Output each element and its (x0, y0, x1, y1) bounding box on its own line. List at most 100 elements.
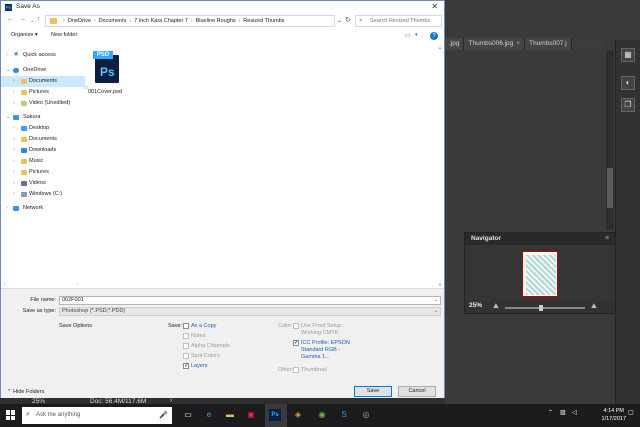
taskbar-search-box[interactable]: ⌕ Ask me anything 🎤 (22, 407, 172, 424)
nav-item-videos[interactable]: › Videos (1, 178, 85, 189)
scroll-up-icon[interactable]: ▲ (438, 45, 442, 50)
address-dropdown-icon[interactable]: ⌄ (337, 17, 342, 24)
document-tab[interactable]: Thumbs006.jpg × (464, 38, 526, 50)
expand-chevron-icon[interactable]: › (6, 203, 8, 214)
view-options-icon[interactable]: ▭ (405, 32, 411, 39)
use-proof-setup-checkbox[interactable] (293, 323, 299, 329)
expand-chevron-icon[interactable]: › (13, 134, 15, 145)
zoom-in-icon[interactable]: ⛰ (591, 303, 597, 311)
expand-chevron-icon[interactable]: › (13, 98, 15, 109)
breadcrumb-item[interactable]: Documents (99, 18, 127, 24)
nav-item-pictures[interactable]: › Pictures (1, 167, 85, 178)
document-tab[interactable]: Thumbs007.j (525, 38, 572, 50)
store-icon[interactable]: ▣ (245, 409, 257, 421)
expand-chevron-icon[interactable]: › (13, 123, 15, 134)
icc-profile-checkbox[interactable]: ✓ (293, 340, 299, 346)
close-button[interactable]: ✕ (431, 2, 438, 11)
breadcrumb-item[interactable]: OneDrive (68, 18, 91, 24)
skype-icon[interactable]: S (338, 409, 350, 421)
expand-chevron-icon[interactable]: › (13, 76, 15, 87)
breadcrumb-item[interactable]: Resized Thumbs (243, 18, 284, 24)
expand-chevron-icon[interactable]: › (13, 178, 15, 189)
network-tray-icon[interactable]: ▥ (560, 409, 566, 416)
nav-item-video-unedited[interactable]: › Video (Unedited) (1, 98, 85, 109)
expand-chevron-icon[interactable]: › (13, 167, 15, 178)
spot-colors-checkbox[interactable] (183, 353, 189, 359)
hide-folders-button[interactable]: ⌃ Hide Folders (7, 389, 44, 395)
thumbnail-checkbox[interactable] (293, 367, 299, 373)
scroll-thumb[interactable] (607, 168, 613, 208)
volume-icon[interactable]: ◁ (572, 409, 577, 416)
zoom-out-icon[interactable]: ⛰ (493, 303, 499, 311)
collapse-chevron-icon[interactable]: ⌄ (6, 65, 10, 76)
scroll-left-icon[interactable]: ‹ (4, 281, 6, 287)
zoom-slider[interactable] (505, 305, 585, 311)
psd-file-icon[interactable]: Ps PSD (93, 51, 119, 83)
swatches-icon[interactable]: ▦ (621, 48, 635, 62)
windows-start-icon[interactable] (6, 410, 16, 420)
scroll-right-icon[interactable]: › (77, 281, 79, 287)
forward-arrow-icon[interactable]: → (19, 16, 26, 23)
file-explorer-icon[interactable]: ▬ (224, 409, 236, 421)
expand-chevron-icon[interactable]: › (13, 87, 15, 98)
expand-chevron-icon[interactable]: › (13, 189, 15, 200)
recent-chevron-icon[interactable]: ⌄ (30, 18, 34, 24)
save-as-type-select[interactable]: Photoshop (*.PSD;*.PDD) ⌄ (59, 307, 441, 316)
layers-icon[interactable]: ❐ (621, 98, 635, 112)
nav-item-pictures[interactable]: › Pictures (1, 87, 85, 98)
refresh-icon[interactable]: ↻ (345, 16, 351, 24)
close-icon[interactable]: × (516, 40, 520, 47)
layers-checkbox[interactable]: ✓ (183, 363, 189, 369)
nav-item-documents[interactable]: › Documents (1, 134, 85, 145)
panel-menu-icon[interactable]: ≡ (605, 233, 609, 245)
breadcrumb-item[interactable]: Blueline Roughs (196, 18, 236, 24)
navigator-preview[interactable] (522, 251, 558, 297)
nav-item-desktop[interactable]: › Desktop (1, 123, 85, 134)
edge-browser-icon[interactable]: e (203, 409, 215, 421)
navigator-zoom-value[interactable]: 25% (469, 302, 482, 309)
taskbar-clock[interactable]: 4:14 PM 1/17/2017 (602, 407, 626, 423)
new-folder-button[interactable]: New folder (51, 32, 77, 38)
breadcrumb-item[interactable]: 7 Inch Kara Chapter 7 (134, 18, 188, 24)
task-view-icon[interactable]: ▭ (182, 409, 194, 421)
scroll-down-icon[interactable]: ▼ (438, 282, 442, 287)
nav-item-sakura[interactable]: ⌄ Sakura (1, 112, 85, 123)
up-arrow-icon[interactable]: ↑ (37, 16, 41, 23)
document-tab[interactable]: .jpg (445, 38, 465, 50)
microphone-icon[interactable]: 🎤 (159, 411, 168, 419)
nav-item-onedrive[interactable]: ⌄ OneDrive (1, 65, 85, 76)
chevron-down-icon[interactable]: ⌄ (434, 308, 438, 315)
search-box[interactable]: ⌕ (355, 15, 442, 27)
organize-button[interactable]: Organize ▾ (11, 32, 38, 38)
file-name-field[interactable]: 002F001 ⌄ (59, 296, 441, 305)
file-list-scrollbar[interactable]: ▲ ▼ (438, 45, 443, 287)
cancel-button[interactable]: Cancel (398, 386, 436, 397)
expand-chevron-icon[interactable]: › (13, 145, 15, 156)
help-icon[interactable]: ? (430, 32, 438, 40)
nav-item-quick-access[interactable]: › ★ Quick access (1, 50, 85, 61)
expand-chevron-icon[interactable]: › (13, 156, 15, 167)
collapse-chevron-icon[interactable]: ⌄ (6, 112, 10, 123)
adjustments-icon[interactable]: ◐ (621, 76, 635, 90)
status-arrow-icon[interactable]: › (170, 397, 172, 404)
chevron-down-icon[interactable]: ⌄ (434, 297, 438, 304)
view-dropdown-icon[interactable]: ▾ (415, 32, 418, 38)
tray-chevron-icon[interactable]: ⌃ (548, 409, 553, 416)
nav-item-music[interactable]: › Music (1, 156, 85, 167)
as-a-copy-checkbox[interactable] (183, 323, 189, 329)
app-icon[interactable]: ◎ (360, 409, 372, 421)
expand-chevron-icon[interactable]: › (6, 50, 8, 61)
nav-item-downloads[interactable]: › Downloads (1, 145, 85, 156)
action-center-icon[interactable]: ▢ (628, 409, 634, 416)
address-bar[interactable]: › OneDrive › Documents › 7 Inch Kara Cha… (45, 15, 335, 27)
nav-item-windows-c[interactable]: › Windows (C:) (1, 189, 85, 200)
nav-item-network[interactable]: › Network (1, 203, 85, 214)
file-name-label[interactable]: 001Cover.psd (88, 89, 128, 95)
alpha-channels-checkbox[interactable] (183, 343, 189, 349)
save-button[interactable]: Save (354, 386, 392, 397)
zoom-slider-knob[interactable] (539, 305, 543, 311)
media-app-icon[interactable]: ◈ (292, 409, 304, 421)
back-arrow-icon[interactable]: ← (7, 16, 14, 23)
notes-checkbox[interactable] (183, 333, 189, 339)
nav-item-documents[interactable]: › Documents (1, 76, 85, 87)
